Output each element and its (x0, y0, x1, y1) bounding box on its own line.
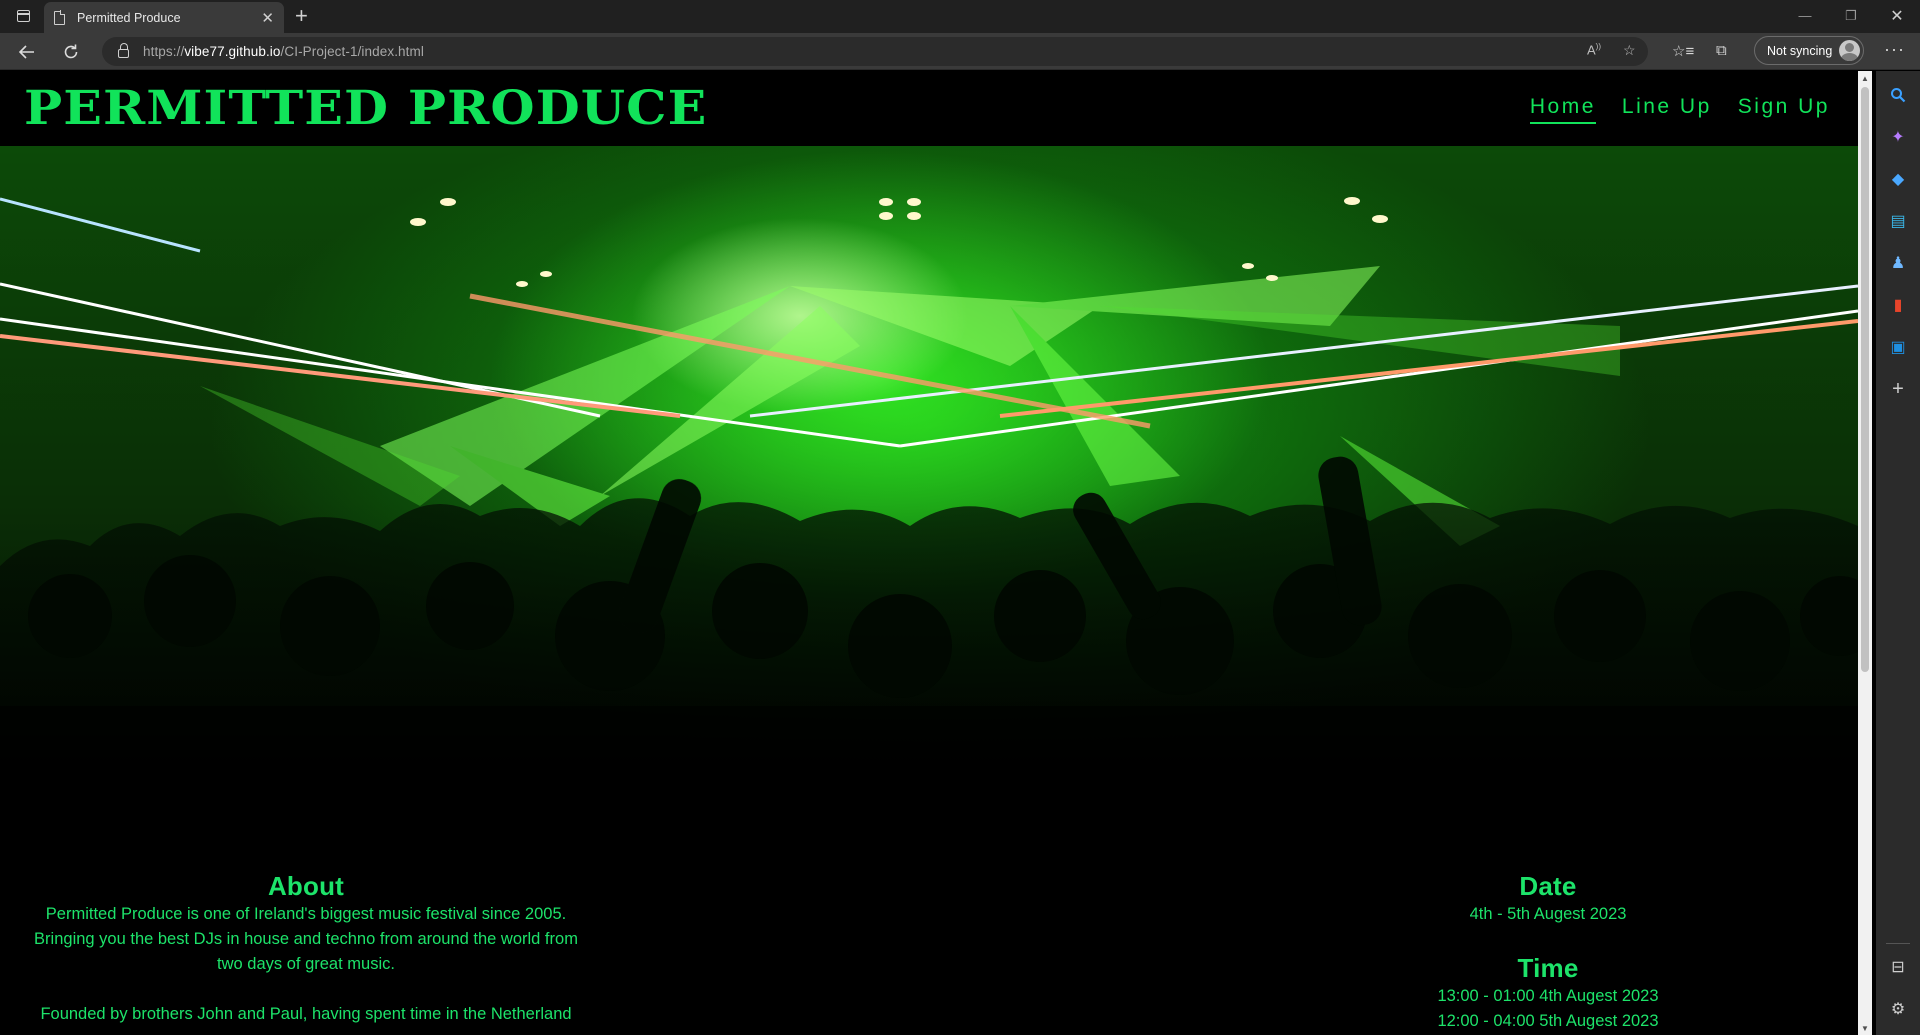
shopping-tag-icon[interactable]: ◆ (1876, 165, 1920, 193)
reload-button[interactable] (56, 38, 86, 66)
collections-icon[interactable]: ⧉ (1716, 42, 1727, 59)
lock-icon[interactable] (118, 43, 129, 58)
sidebar-divider (1886, 943, 1910, 944)
date-heading: Date (1519, 871, 1577, 901)
browser-sidebar: ✦ ◆ ▤ ♟ ▮ ▣ + ⊟ ⚙ (1876, 71, 1920, 1035)
window-minimize-button[interactable]: — (1782, 0, 1828, 31)
browser-toolbar: https://vibe77.github.io/CI-Project-1/in… (0, 33, 1920, 70)
profile-sync-button[interactable]: Not syncing (1754, 36, 1864, 65)
time-value: 12:00 - 04:00 5th Augest 2023 (1437, 1012, 1659, 1030)
about-text-line: two days of great music. (217, 955, 395, 973)
add-favorite-icon[interactable]: ☆ (1623, 42, 1636, 59)
site-nav: Home Line Up Sign Up (1529, 95, 1830, 124)
settings-icon[interactable]: ⚙ (1876, 995, 1920, 1023)
read-aloud-icon[interactable]: A)) (1587, 42, 1601, 57)
about-text-line: Bringing you the best DJs in house and t… (34, 930, 578, 948)
site-header: PERMITTED PRODUCE Home Line Up Sign Up (0, 71, 1858, 146)
window-restore-button[interactable]: ❐ (1828, 0, 1874, 31)
page-icon (54, 10, 66, 25)
tab-close-button[interactable]: ✕ (261, 9, 274, 27)
nav-link-home[interactable]: Home (1529, 95, 1596, 124)
web-page: PERMITTED PRODUCE Home Line Up Sign Up A… (0, 71, 1858, 1035)
scroll-thumb[interactable] (1861, 87, 1869, 672)
about-heading: About (267, 871, 345, 901)
time-value: 13:00 - 01:00 4th Augest 2023 (1437, 987, 1659, 1005)
scroll-up-arrow-icon[interactable]: ▲ (1858, 71, 1872, 85)
new-tab-button[interactable]: + (295, 5, 308, 27)
tools-briefcase-icon[interactable]: ▤ (1876, 207, 1920, 235)
site-logo[interactable]: PERMITTED PRODUCE (24, 81, 707, 136)
window-close-button[interactable]: ✕ (1874, 0, 1920, 31)
avatar-icon (1839, 40, 1860, 61)
hero-image (0, 146, 1858, 796)
outlook-icon[interactable]: ▣ (1876, 333, 1920, 361)
time-heading: Time (1517, 953, 1579, 983)
about-text-line: Permitted Produce is one of Ireland's bi… (45, 905, 567, 923)
office-icon[interactable]: ▮ (1876, 291, 1920, 319)
date-value: 4th - 5th Augest 2023 (1469, 905, 1627, 923)
hero-laser-crowd-illustration (0, 197, 1858, 796)
sync-label: Not syncing (1767, 43, 1833, 58)
add-icon[interactable]: + (1876, 375, 1920, 403)
nav-link-sign-up[interactable]: Sign Up (1738, 95, 1830, 124)
favorites-icon[interactable]: ☆≡ (1672, 42, 1694, 60)
url-text[interactable]: https://vibe77.github.io/CI-Project-1/in… (143, 44, 424, 59)
back-arrow-icon (18, 45, 34, 59)
reload-icon (64, 44, 78, 59)
page-scrollbar[interactable]: ▲ ▼ (1858, 71, 1872, 1035)
tab-title: Permitted Produce (77, 10, 181, 25)
address-bar[interactable]: https://vibe77.github.io/CI-Project-1/in… (102, 37, 1648, 66)
browser-titlebar: Permitted Produce ✕ + — ❐ ✕ (0, 0, 1920, 33)
games-icon[interactable]: ♟ (1876, 249, 1920, 277)
back-button[interactable] (12, 38, 42, 66)
event-details-section: Date 4th - 5th Augest 2023 Time 13:00 - … (1308, 871, 1788, 1034)
about-section: About Permitted Produce is one of Irelan… (0, 871, 612, 1027)
sidebar-toggle-icon[interactable]: ⊟ (1876, 953, 1920, 981)
nav-link-line-up[interactable]: Line Up (1622, 95, 1712, 124)
browser-tab-active[interactable]: Permitted Produce ✕ (44, 2, 284, 33)
search-icon[interactable] (1876, 81, 1920, 109)
about-text-line: Founded by brothers John and Paul, havin… (40, 1005, 572, 1023)
copilot-icon[interactable]: ✦ (1876, 123, 1920, 151)
more-menu-icon[interactable]: ··· (1884, 39, 1905, 60)
tab-actions-icon (16, 10, 30, 22)
scroll-down-arrow-icon[interactable]: ▼ (1858, 1021, 1872, 1035)
tab-actions-button[interactable] (10, 6, 36, 26)
